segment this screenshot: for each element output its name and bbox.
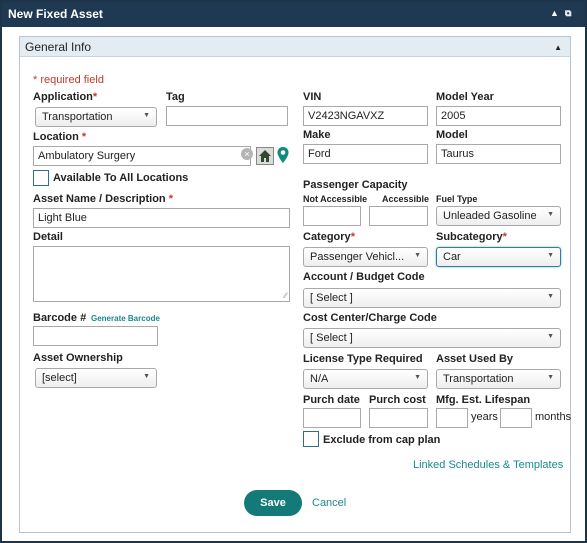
tag-label: Tag — [166, 91, 185, 103]
resize-grip-icon[interactable]: ∕∕ — [284, 291, 287, 300]
chevron-down-icon: ▼ — [547, 333, 554, 340]
chevron-down-icon: ▼ — [414, 374, 421, 381]
make-label: Make — [303, 129, 331, 141]
purch-cost-label: Purch cost — [369, 394, 426, 406]
exclude-cap-plan-checkbox[interactable] — [303, 431, 319, 447]
years-label: years — [471, 411, 498, 423]
application-label: Application* — [33, 91, 98, 103]
account-budget-label: Account / Budget Code — [303, 271, 425, 283]
asset-name-label: Asset Name / Description * — [33, 193, 173, 205]
purch-cost-input[interactable] — [369, 408, 428, 428]
model-input[interactable]: Taurus — [436, 144, 561, 164]
location-label: Location * — [33, 131, 87, 143]
fuel-type-label: Fuel Type — [436, 194, 478, 204]
chevron-down-icon: ▼ — [414, 252, 421, 259]
cancel-link[interactable]: Cancel — [312, 497, 346, 509]
subcategory-select[interactable]: Car ▼ — [436, 247, 561, 267]
detail-textarea[interactable]: ∕∕ — [33, 246, 290, 302]
cost-center-select[interactable]: [ Select ] ▼ — [303, 328, 561, 348]
chevron-down-icon: ▼ — [143, 112, 150, 119]
map-pin-icon[interactable] — [276, 146, 294, 164]
exclude-cap-plan-label: Exclude from cap plan — [323, 434, 441, 446]
license-type-label: License Type Required — [303, 353, 423, 365]
subcategory-label: Subcategory* — [436, 231, 507, 243]
available-all-locations-label: Available To All Locations — [53, 172, 189, 184]
passenger-capacity-label: Passenger Capacity — [303, 179, 408, 191]
collapse-caret-icon[interactable]: ▲ — [554, 43, 562, 52]
model-label: Model — [436, 129, 468, 141]
asset-ownership-label: Asset Ownership — [33, 352, 123, 364]
panel-header[interactable]: General Info ▲ — [20, 37, 570, 57]
asset-used-by-select[interactable]: Transportation ▼ — [436, 369, 561, 389]
generate-barcode-link[interactable]: Generate Barcode — [91, 314, 160, 323]
model-year-label: Model Year — [436, 91, 494, 103]
license-type-select[interactable]: N/A ▼ — [303, 369, 428, 389]
purch-date-input[interactable] — [303, 408, 361, 428]
home-icon[interactable] — [256, 147, 274, 165]
make-input[interactable]: Ford — [303, 144, 428, 164]
accessible-input[interactable] — [369, 206, 428, 226]
cost-center-label: Cost Center/Charge Code — [303, 312, 437, 324]
barcode-label: Barcode # — [33, 312, 87, 324]
window-title: New Fixed Asset — [8, 7, 103, 21]
minimize-icon[interactable]: ▲ — [550, 8, 559, 18]
category-label: Category* — [303, 231, 355, 243]
chevron-down-icon: ▼ — [547, 293, 554, 300]
barcode-input[interactable] — [33, 326, 158, 346]
restore-window-icon[interactable]: ⧉ — [565, 8, 571, 19]
model-year-input[interactable]: 2005 — [436, 106, 561, 126]
chevron-down-icon: ▼ — [547, 374, 554, 381]
purch-date-label: Purch date — [303, 394, 360, 406]
not-accessible-label: Not Accessible — [303, 194, 368, 204]
months-label: months — [535, 411, 572, 423]
asset-used-by-label: Asset Used By — [436, 353, 514, 365]
lifespan-years-input[interactable] — [436, 408, 468, 428]
required-note: * required field — [33, 74, 104, 86]
location-input[interactable]: Ambulatory Surgery — [33, 146, 251, 166]
tag-input[interactable] — [166, 106, 288, 126]
linked-schedules-link[interactable]: Linked Schedules & Templates — [413, 459, 563, 471]
category-select[interactable]: Passenger Vehicl... ▼ — [303, 247, 428, 267]
available-all-locations-checkbox[interactable] — [33, 170, 49, 186]
vin-label: VIN — [303, 91, 322, 103]
vin-input[interactable]: V2423NGAVXZ — [303, 106, 428, 126]
not-accessible-input[interactable] — [303, 206, 361, 226]
chevron-down-icon: ▼ — [143, 373, 150, 380]
asset-ownership-select[interactable]: [select] ▼ — [35, 368, 157, 388]
detail-label: Detail — [33, 231, 63, 243]
save-button[interactable]: Save — [244, 490, 302, 516]
new-fixed-asset-window: New Fixed Asset ▲ ⧉ General Info ▲ * req… — [0, 0, 587, 543]
panel-title: General Info — [25, 40, 92, 54]
lifespan-label: Mfg. Est. Lifespan — [436, 394, 531, 406]
general-info-panel: General Info ▲ * required field Applicat… — [19, 36, 571, 533]
application-select[interactable]: Transportation ▼ — [35, 107, 157, 127]
fuel-type-select[interactable]: Unleaded Gasoline ▼ — [436, 206, 561, 226]
chevron-down-icon: ▼ — [547, 252, 554, 259]
account-budget-select[interactable]: [ Select ] ▼ — [303, 288, 561, 308]
chevron-down-icon: ▼ — [547, 211, 554, 218]
lifespan-months-input[interactable] — [500, 408, 532, 428]
asset-name-input[interactable]: Light Blue — [33, 208, 290, 228]
window-titlebar: New Fixed Asset ▲ ⧉ — [2, 2, 585, 27]
clear-icon[interactable]: × — [241, 148, 253, 160]
accessible-label: Accessible — [382, 194, 430, 204]
